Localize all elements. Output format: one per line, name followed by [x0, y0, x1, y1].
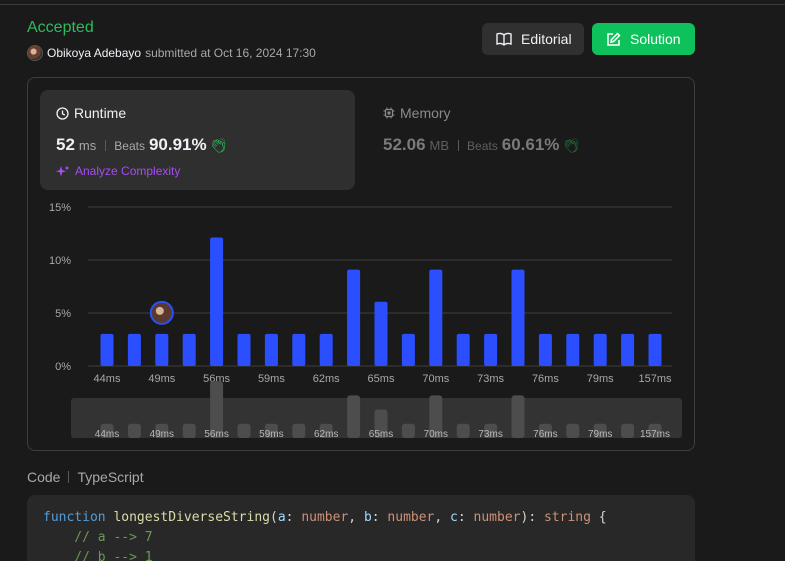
- mini-bar: [292, 423, 306, 438]
- bar: [374, 301, 388, 366]
- bar: [210, 237, 224, 366]
- y-tick-label: 0%: [55, 361, 71, 373]
- mini-bar: [127, 423, 141, 438]
- mini-bar: [621, 423, 635, 438]
- submission-status: Accepted: [27, 19, 94, 36]
- bar: [456, 333, 470, 366]
- x-tick-label: 79ms: [587, 373, 614, 385]
- x-tick-label: 49ms: [148, 373, 175, 385]
- mini-x-tick-label: 56ms: [204, 429, 228, 440]
- bar: [401, 333, 415, 366]
- y-tick-label: 15%: [49, 202, 71, 214]
- runtime-distribution-chart: 0% 5% 10% 15% 44ms 49ms 56ms 59ms 62ms 65ms 70ms 73…: [49, 202, 682, 440]
- x-tick-label: 76ms: [532, 373, 559, 385]
- edit-icon: [607, 31, 621, 46]
- mini-x-tick-label: 157ms: [640, 429, 670, 440]
- x-tick-label: 65ms: [368, 373, 395, 385]
- y-tick-label: 5%: [55, 308, 71, 320]
- mini-bar: [237, 423, 251, 438]
- top-divider: [0, 4, 785, 5]
- code-line-1: function longestDiverseString(a: number,…: [43, 510, 607, 525]
- code-label: Code: [27, 469, 61, 485]
- bar: [127, 333, 141, 366]
- mini-bar: [347, 395, 361, 438]
- code-line-3: // b --> 1: [43, 550, 153, 561]
- x-tick-label: 73ms: [477, 373, 504, 385]
- code-header: Code TypeScript: [27, 469, 144, 485]
- code-line-2: // a --> 7: [43, 530, 153, 545]
- mini-bar: [182, 423, 196, 438]
- bar: [429, 269, 443, 366]
- mini-x-tick-label: 70ms: [424, 429, 448, 440]
- x-tick-label: 44ms: [94, 373, 121, 385]
- language-label: TypeScript: [77, 469, 144, 485]
- y-tick-label: 10%: [49, 255, 71, 267]
- solution-button[interactable]: Solution: [592, 23, 695, 55]
- bar: [292, 333, 306, 366]
- bar: [182, 333, 196, 366]
- bar: [347, 269, 361, 366]
- solution-label: Solution: [630, 31, 681, 47]
- submitted-at: submitted at Oct 16, 2024 17:30: [145, 46, 316, 60]
- mini-x-tick-label: 62ms: [314, 429, 338, 440]
- submitter-line: Obikoya Adebayo submitted at Oct 16, 202…: [27, 45, 316, 61]
- bar: [511, 269, 525, 366]
- mini-x-tick-label: 76ms: [533, 429, 557, 440]
- result-panel: Runtime 52 ms Beats 90.91% 👏︎ Analyze Co…: [27, 77, 695, 451]
- bar: [538, 333, 552, 366]
- bar: [566, 333, 580, 366]
- username-link[interactable]: Obikoya Adebayo: [47, 46, 141, 60]
- mini-bar: [401, 423, 415, 438]
- bar: [237, 333, 251, 366]
- user-marker-face: [155, 306, 164, 315]
- code-block[interactable]: function longestDiverseString(a: number,…: [27, 495, 695, 561]
- code-header-divider: [68, 471, 70, 483]
- mini-x-tick-label: 49ms: [150, 429, 174, 440]
- x-tick-label: 70ms: [422, 373, 449, 385]
- x-tick-label: 62ms: [313, 373, 340, 385]
- bar: [100, 333, 114, 366]
- x-tick-label: 157ms: [638, 373, 672, 385]
- bar: [484, 333, 498, 366]
- editorial-button[interactable]: Editorial: [482, 23, 584, 55]
- mini-bar: [566, 423, 580, 438]
- book-icon: [496, 32, 512, 46]
- bar: [648, 333, 662, 366]
- bar: [155, 333, 169, 366]
- editorial-label: Editorial: [521, 31, 572, 47]
- mini-x-tick-label: 79ms: [588, 429, 612, 440]
- bar: [319, 333, 333, 366]
- avatar[interactable]: [27, 45, 43, 61]
- mini-x-tick-label: 44ms: [95, 429, 119, 440]
- bar: [593, 333, 607, 366]
- x-tick-label: 59ms: [258, 373, 285, 385]
- bar: [621, 333, 635, 366]
- mini-bar: [456, 423, 470, 438]
- mini-x-tick-label: 73ms: [478, 429, 502, 440]
- mini-x-tick-label: 59ms: [259, 429, 283, 440]
- mini-x-tick-label: 65ms: [369, 429, 393, 440]
- bar: [264, 333, 278, 366]
- mini-bar: [511, 395, 525, 438]
